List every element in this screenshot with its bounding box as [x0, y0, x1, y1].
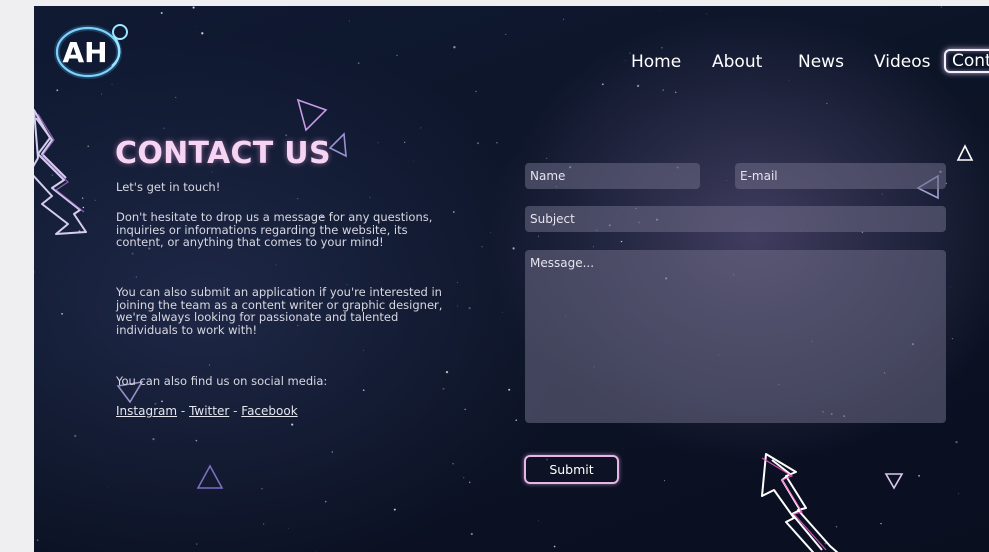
- facebook-link[interactable]: Facebook: [241, 404, 297, 418]
- lightning-arrow-icon: [761, 453, 839, 552]
- subject-field[interactable]: Subject: [525, 206, 946, 232]
- application-paragraph: You can also submit an application if yo…: [116, 285, 443, 337]
- social-links: Instagram - Twitter - Facebook: [116, 404, 298, 418]
- twitter-link[interactable]: Twitter: [189, 404, 229, 418]
- email-field[interactable]: E-mail: [735, 163, 946, 189]
- page-title: CONTACT US: [115, 136, 331, 171]
- message-field[interactable]: Message...: [525, 250, 946, 423]
- link-separator: -: [180, 404, 186, 418]
- page-hero: AH Home About News Videos Cont CONTACT U…: [34, 6, 989, 552]
- triangle-icon: [296, 98, 328, 132]
- name-field[interactable]: Name: [525, 163, 700, 189]
- intro-paragraph: Don't hesitate to drop us a message for …: [116, 210, 433, 249]
- instagram-link[interactable]: Instagram: [116, 404, 177, 418]
- submit-button[interactable]: Submit: [524, 455, 619, 484]
- social-intro-text: You can also find us on social media:: [116, 374, 328, 388]
- link-separator: -: [233, 404, 238, 418]
- greeting-text: Let's get in touch!: [116, 180, 221, 194]
